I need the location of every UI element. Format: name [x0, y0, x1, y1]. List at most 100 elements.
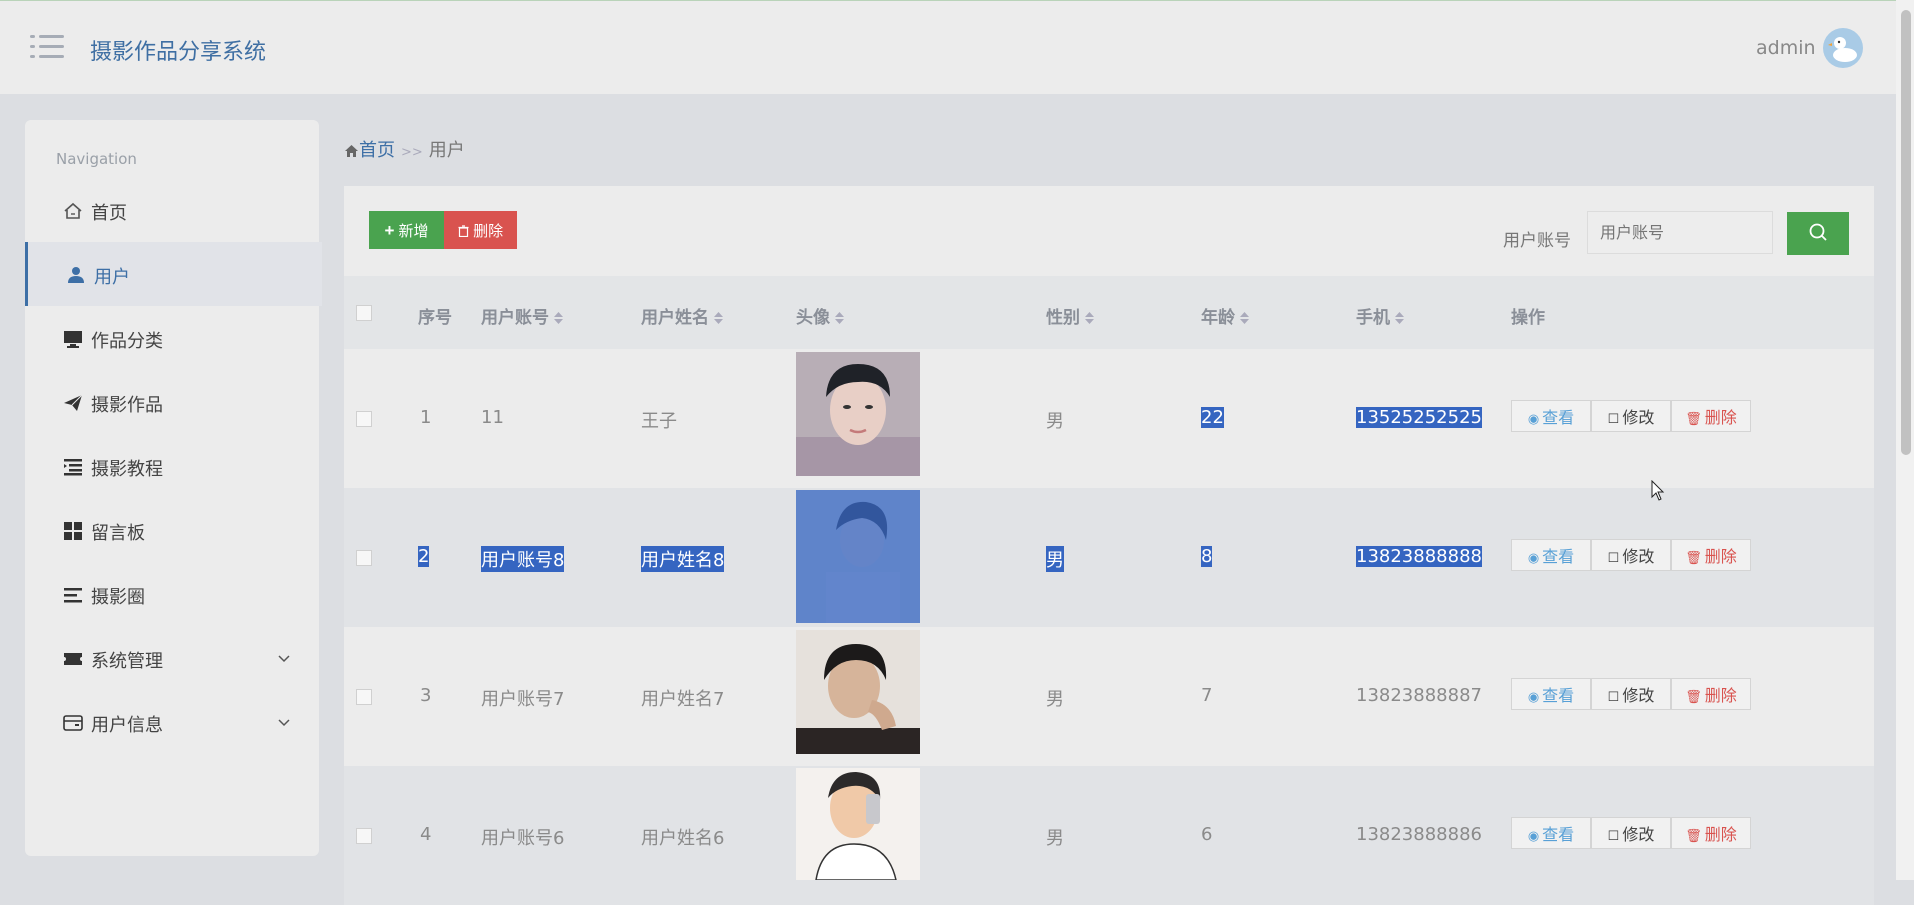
edit-button[interactable]: ☐ 修改: [1591, 539, 1671, 571]
sidebar-item-messages[interactable]: 留言板: [25, 498, 319, 562]
column-header-gender[interactable]: 性别: [1046, 303, 1094, 328]
table-header: 序号 用户账号 用户姓名 头像 性别 年龄 手机 操作: [344, 276, 1874, 349]
sidebar-item-label: 用户: [94, 267, 130, 288]
cell-phone: 13823888887: [1356, 685, 1482, 706]
ticket-icon: [64, 653, 82, 665]
edit-button[interactable]: ☐ 修改: [1591, 817, 1671, 849]
search-icon: [1809, 223, 1827, 241]
sort-icon: [1240, 312, 1249, 324]
column-header-index: 序号: [418, 308, 452, 328]
batch-delete-button[interactable]: 删除: [444, 211, 517, 249]
sidebar-item-label: 作品分类: [91, 331, 163, 352]
scrollbar-thumb[interactable]: [1901, 10, 1911, 455]
select-all-checkbox[interactable]: [356, 305, 372, 321]
view-button[interactable]: ◉ 查看: [1511, 400, 1591, 432]
sidebar-item-label: 摄影教程: [91, 459, 163, 480]
view-button[interactable]: ◉ 查看: [1511, 678, 1591, 710]
column-header-avatar[interactable]: 头像: [796, 303, 844, 328]
breadcrumb-home[interactable]: 首页: [344, 140, 395, 161]
row-checkbox[interactable]: [356, 411, 372, 427]
cell-age: 7: [1201, 685, 1213, 706]
cell-index: 3: [420, 685, 432, 706]
avatar-photo: [796, 352, 920, 476]
cell-name: 用户姓名7: [641, 689, 725, 710]
user-name[interactable]: admin: [1756, 37, 1816, 59]
eye-icon: ◉: [1527, 689, 1540, 704]
sidebar-item-label: 留言板: [91, 523, 145, 544]
column-header-age[interactable]: 年龄: [1201, 303, 1249, 328]
row-checkbox[interactable]: [356, 689, 372, 705]
table-row: 2 用户账号8 用户姓名8 男 8 13823888888 ◉ 查看 ☐ 修改 🗑 删…: [344, 488, 1874, 627]
column-header-actions: 操作: [1511, 308, 1545, 328]
cell-name: 王子: [641, 411, 677, 432]
delete-button[interactable]: 🗑 删除: [1671, 400, 1751, 432]
row-checkbox[interactable]: [356, 550, 372, 566]
row-checkbox[interactable]: [356, 828, 372, 844]
sidebar-item-home[interactable]: 首页: [25, 178, 319, 242]
breadcrumb: 首页 >> 用户: [344, 136, 465, 162]
search-input[interactable]: [1587, 211, 1773, 254]
sidebar-item-system[interactable]: 系统管理: [25, 626, 319, 690]
cell-phone: 13525252525: [1356, 407, 1482, 428]
sort-icon: [835, 312, 844, 324]
add-button[interactable]: + 新增: [369, 211, 444, 249]
delete-button[interactable]: 🗑 删除: [1671, 678, 1751, 710]
top-bar: 摄影作品分享系统 admin: [0, 0, 1896, 94]
column-header-account[interactable]: 用户账号: [481, 303, 563, 328]
sidebar-item-label: 首页: [91, 203, 127, 224]
home-icon: [64, 202, 82, 219]
sort-icon: [1085, 312, 1094, 324]
sort-icon: [714, 312, 723, 324]
scrollbar[interactable]: [1896, 0, 1914, 880]
menu-icon[interactable]: [30, 33, 64, 61]
sort-icon: [1395, 312, 1404, 324]
table-row: 1 11 王子 男 22 13525252525 ◉ 查看 ☐ 修改 🗑 删除: [344, 349, 1874, 488]
list-lines-icon: [64, 588, 82, 603]
view-button[interactable]: ◉ 查看: [1511, 817, 1591, 849]
edit-icon: ☐: [1607, 689, 1620, 704]
trash-icon: 🗑: [1685, 828, 1702, 843]
edit-icon: ☐: [1607, 550, 1620, 565]
sidebar-item-works[interactable]: 摄影作品: [25, 370, 319, 434]
sidebar-item-categories[interactable]: 作品分类: [25, 306, 319, 370]
trash-icon: 🗑: [1685, 550, 1702, 565]
edit-button[interactable]: ☐ 修改: [1591, 400, 1671, 432]
cell-phone: 13823888888: [1356, 546, 1482, 567]
monitor-icon: [64, 331, 82, 348]
view-button[interactable]: ◉ 查看: [1511, 539, 1591, 571]
avatar-photo: [796, 630, 920, 754]
delete-button[interactable]: 🗑 删除: [1671, 817, 1751, 849]
sidebar-item-circle[interactable]: 摄影圈: [25, 562, 319, 626]
cell-account: 用户账号6: [481, 828, 565, 849]
table-row: 3 用户账号7 用户姓名7 男 7 13823888887 ◉ 查看 ☐ 修改 🗑 删…: [344, 627, 1874, 766]
edit-icon: ☐: [1607, 411, 1620, 426]
app-title: 摄影作品分享系统: [90, 40, 267, 65]
breadcrumb-current: 用户: [428, 140, 465, 161]
cell-account: 用户账号8: [481, 546, 565, 572]
column-header-phone[interactable]: 手机: [1356, 303, 1404, 328]
plus-icon: +: [384, 220, 395, 240]
trash-icon: 🗑: [1685, 689, 1702, 704]
edit-button[interactable]: ☐ 修改: [1591, 678, 1671, 710]
nav-heading: Navigation: [56, 150, 137, 168]
sort-icon: [554, 312, 563, 324]
home-icon: [345, 145, 358, 157]
mouse-cursor-icon: [1651, 480, 1665, 501]
grid-icon: [64, 522, 82, 540]
search-button[interactable]: [1787, 212, 1849, 255]
user-icon: [68, 267, 84, 283]
sidebar-item-tutorials[interactable]: 摄影教程: [25, 434, 319, 498]
sidebar-item-userinfo[interactable]: 用户信息: [25, 690, 319, 754]
paper-plane-icon: [64, 394, 83, 411]
sidebar-item-label: 系统管理: [91, 651, 163, 672]
cell-gender: 男: [1046, 828, 1064, 849]
column-header-name[interactable]: 用户姓名: [641, 303, 723, 328]
cell-name: 用户姓名8: [641, 546, 725, 572]
cell-account: 11: [481, 407, 504, 428]
delete-button[interactable]: 🗑 删除: [1671, 539, 1751, 571]
sidebar-item-users[interactable]: 用户: [25, 242, 322, 306]
trash-icon: 🗑: [1685, 411, 1702, 426]
avatar[interactable]: [1823, 28, 1863, 68]
sidebar: Navigation 首页 用户 作品分类 摄影作品 摄影教程 留言板 摄影圈 …: [25, 120, 322, 856]
avatar-photo: [796, 490, 920, 623]
